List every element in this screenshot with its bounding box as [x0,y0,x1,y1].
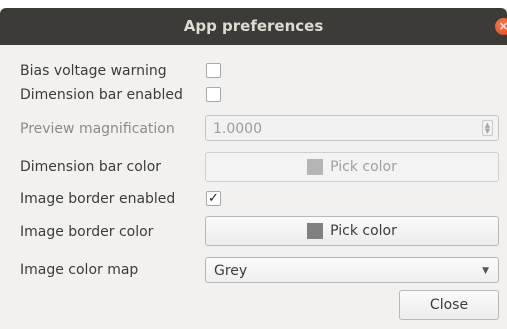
preview-magnification-label: Preview magnification [20,121,175,137]
image-border-enabled-label: Image border enabled [20,191,176,207]
preferences-dialog: App preferences × Bias voltage warning D… [0,8,507,329]
image-color-map-label: Image color map [20,262,139,278]
pick-color-label: Pick color [330,159,397,175]
spin-arrows-icon[interactable]: ▲ ▼ [482,120,493,136]
close-button[interactable]: Close [399,290,499,320]
window-title: App preferences [183,17,324,35]
dimension-bar-pick-color-button[interactable]: Pick color [205,152,499,182]
bias-voltage-warning-label: Bias voltage warning [20,63,167,79]
color-swatch [307,159,324,175]
image-border-color-label: Image border color [20,224,154,240]
dimension-bar-enabled-label: Dimension bar enabled [20,87,183,103]
image-color-map-value: Grey [214,263,248,279]
dimension-bar-enabled-checkbox[interactable] [206,87,221,102]
color-swatch [307,223,324,239]
dimension-bar-color-label: Dimension bar color [20,159,162,175]
bias-voltage-warning-checkbox[interactable] [206,63,221,78]
titlebar: App preferences × [0,8,507,45]
checkmark-icon: ✓ [208,191,219,206]
preview-magnification-value: 1.0000 [213,121,262,137]
pick-color-label: Pick color [330,223,397,239]
preview-magnification-spinbox[interactable]: 1.0000 ▲ ▼ [205,115,499,141]
image-color-map-select[interactable]: Grey ▼ [205,257,499,283]
close-icon[interactable]: × [495,18,507,35]
background-strip [0,0,507,8]
image-border-pick-color-button[interactable]: Pick color [205,216,499,246]
chevron-down-icon: ▼ [482,266,489,276]
image-border-enabled-checkbox[interactable]: ✓ [206,191,221,206]
